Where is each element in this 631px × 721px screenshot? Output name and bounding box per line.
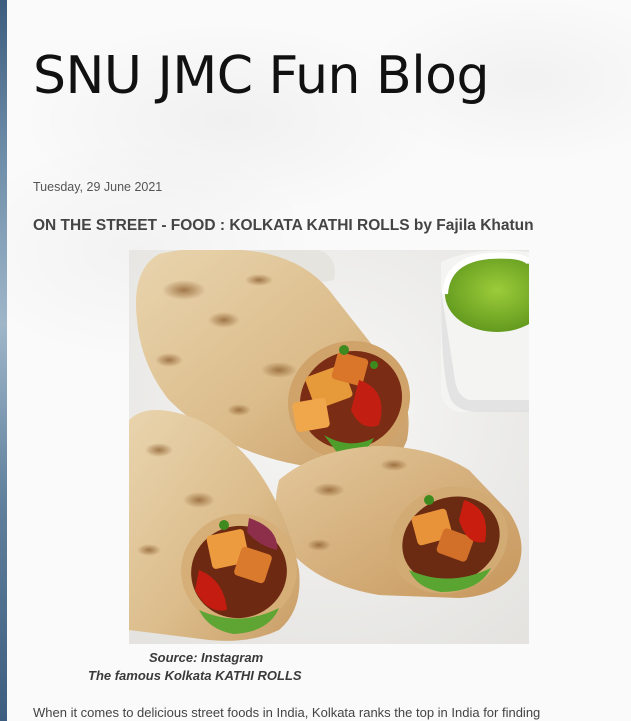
- chutney-bowl: [441, 250, 529, 412]
- sidebar-background-strip: [0, 0, 7, 721]
- post-image-kathi-rolls[interactable]: [129, 250, 529, 644]
- blog-title[interactable]: SNU JMC Fun Blog: [33, 44, 490, 108]
- image-caption-title: The famous Kolkata KATHI ROLLS: [88, 668, 302, 683]
- image-caption-source: Source: Instagram: [149, 650, 264, 665]
- kathi-rolls-illustration: [129, 250, 529, 644]
- post-date: Tuesday, 29 June 2021: [33, 180, 163, 194]
- post-body-text: When it comes to delicious street foods …: [33, 705, 541, 720]
- post-title[interactable]: ON THE STREET - FOOD : KOLKATA KATHI ROL…: [33, 217, 534, 235]
